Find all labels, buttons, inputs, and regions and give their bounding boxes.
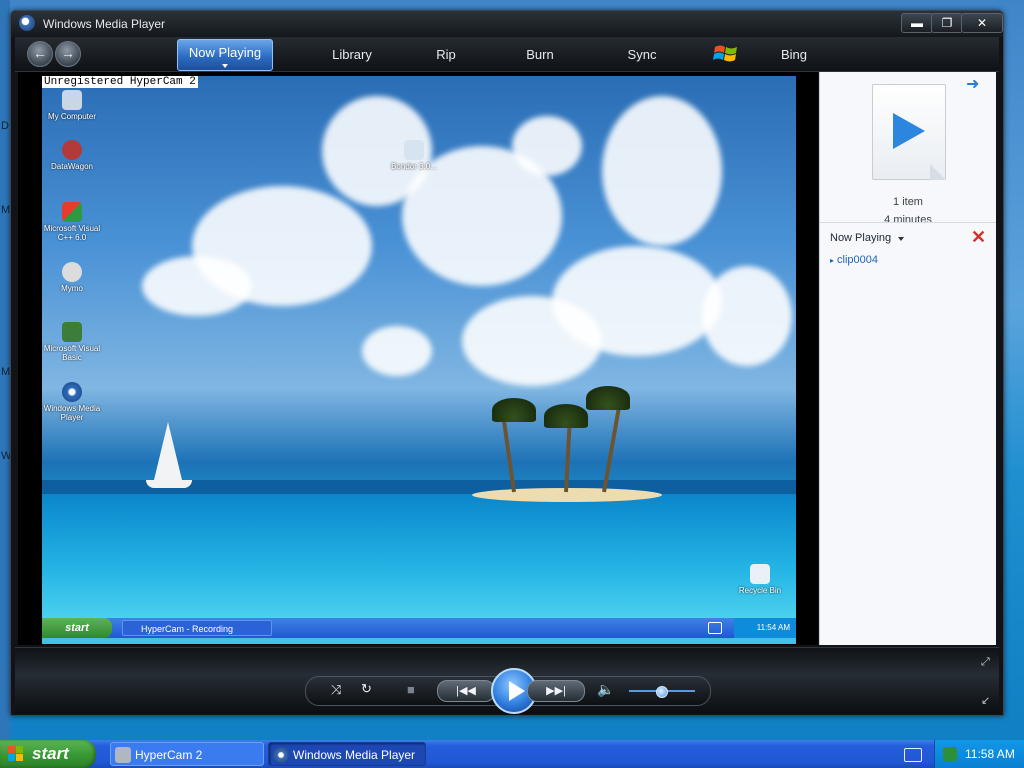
previous-button[interactable]: |◀◀ (437, 680, 495, 702)
volume-slider-thumb[interactable] (656, 686, 668, 698)
video-desktop-icon: Microsoft Visual C++ 6.0 (42, 202, 102, 242)
sailboat (154, 422, 182, 480)
video-start-button: start (42, 618, 112, 638)
video-desktop-icon: Windows Media Player (42, 382, 102, 422)
play-icon (509, 681, 525, 701)
video-desktop-icon: Bondor 3.0... (384, 140, 444, 171)
app-icon (62, 140, 82, 160)
chevron-down-icon[interactable] (898, 237, 904, 241)
keyboard-icon (708, 622, 722, 634)
shuffle-button[interactable]: ⤨ (331, 682, 341, 698)
video-desktop-icon-label: Microsoft Visual C++ 6.0 (43, 224, 101, 242)
repeat-button[interactable]: ↻ (361, 681, 372, 697)
start-button[interactable]: start (0, 740, 96, 768)
tab-sync[interactable]: Sync (607, 41, 677, 69)
forward-button[interactable]: → (55, 41, 81, 67)
pane-divider (820, 222, 996, 223)
video-desktop-icon-label: Recycle Bin (738, 586, 782, 595)
item-count: 1 item (893, 196, 923, 208)
network-icon[interactable] (943, 747, 957, 761)
start-label: start (32, 744, 69, 763)
playlist-item[interactable]: clip0004 (830, 254, 878, 266)
navigation-bar: ← → Now Playing Library Rip Burn Sync Bi… (15, 37, 999, 72)
album-art-placeholder (872, 84, 946, 180)
desktop-edge-letter: M (1, 204, 11, 216)
video-desktop-icon: Mymo (42, 262, 102, 293)
desktop-edge-letter: M (1, 366, 11, 378)
app-icon (62, 202, 82, 222)
tab-rip[interactable]: Rip (411, 41, 481, 69)
stop-button[interactable]: ■ (407, 682, 415, 697)
media-player-window: Windows Media Player ▬ ❐ ✕ ← → Now Playi… (10, 10, 1004, 716)
computer-icon (62, 90, 82, 110)
hypercam-icon (115, 747, 131, 763)
taskbar: start HyperCam 2 Windows Media Player 11… (0, 740, 1024, 768)
list-pane: ➜ 1 item 4 minutes Now Playing ✕ clip000… (819, 72, 996, 645)
tab-now-playing[interactable]: Now Playing (177, 39, 273, 71)
app-icon (62, 262, 82, 282)
mute-button[interactable]: 🔈 (597, 681, 614, 698)
minimize-button[interactable]: ▬ (901, 13, 933, 33)
desktop-edge-letter: D (1, 120, 9, 132)
media-player-icon (273, 747, 289, 763)
title-bar[interactable]: Windows Media Player ▬ ❐ ✕ (11, 11, 1003, 37)
app-icon (62, 322, 82, 342)
full-screen-icon[interactable]: ↙ (981, 694, 990, 707)
media-player-icon (62, 382, 82, 402)
tab-label: Now Playing (188, 45, 262, 60)
close-button[interactable]: ✕ (961, 13, 1003, 33)
windows-logo-icon (8, 746, 23, 761)
video-taskbar: start HyperCam - Recording 11:54 AM (42, 618, 796, 638)
back-arrow-icon: ← (33, 45, 47, 61)
video-area[interactable]: Unregistered HyperCam 2 My Computer Data… (18, 72, 818, 645)
chevron-down-icon (222, 64, 228, 68)
video-frame: Unregistered HyperCam 2 My Computer Data… (42, 76, 796, 644)
video-desktop-icon: My Computer (42, 90, 102, 121)
playback-controls: ⤨ ↻ ■ |◀◀ ▶▶| 🔈 ⤢ ↙ (15, 647, 999, 714)
maximize-button[interactable]: ❐ (931, 13, 963, 33)
media-player-icon (19, 15, 35, 31)
video-desktop-icon-label: Microsoft Visual Basic (43, 344, 101, 362)
clock[interactable]: 11:58 AM (965, 740, 1015, 768)
video-desktop-icon-label: DataWagon (51, 162, 93, 171)
taskbar-item-label: Windows Media Player (293, 748, 416, 762)
taskbar-item-hypercam[interactable]: HyperCam 2 (110, 742, 264, 766)
total-duration: 4 minutes (884, 214, 932, 226)
recording-watermark: Unregistered HyperCam 2 (42, 76, 198, 88)
now-playing-dropdown[interactable]: Now Playing (830, 232, 891, 244)
next-button[interactable]: ▶▶| (527, 680, 585, 702)
tab-library[interactable]: Library (307, 41, 397, 69)
video-clock: 11:54 AM (734, 618, 796, 638)
video-desktop-icon: Microsoft Visual Basic (42, 322, 102, 362)
windows-logo-icon[interactable] (713, 43, 739, 65)
video-desktop-icon-label: Windows Media Player (43, 404, 101, 422)
video-task-item: HyperCam - Recording (122, 620, 272, 636)
video-desktop-icon-label: Mymo (61, 284, 83, 293)
switch-to-library-icon[interactable]: ⤢ (981, 656, 990, 669)
video-desktop-icon-label: My Computer (47, 112, 96, 121)
clear-list-icon[interactable]: ✕ (971, 228, 986, 246)
tab-bing[interactable]: Bing (759, 41, 829, 69)
window-title: Windows Media Player (43, 17, 166, 31)
video-desktop-icon: DataWagon (42, 140, 102, 171)
tab-burn[interactable]: Burn (505, 41, 575, 69)
system-tray: 11:58 AM (934, 740, 1024, 768)
back-button[interactable]: ← (27, 41, 53, 67)
arrow-right-icon[interactable]: ➜ (966, 77, 984, 93)
video-desktop-icon: Recycle Bin (730, 564, 790, 595)
recycle-bin-icon (750, 564, 770, 584)
taskbar-item-media-player[interactable]: Windows Media Player (268, 742, 426, 766)
video-desktop-icon-label: Bondor 3.0... (391, 162, 437, 171)
keyboard-icon[interactable] (904, 748, 922, 762)
taskbar-item-label: HyperCam 2 (135, 748, 203, 762)
play-icon (893, 113, 925, 149)
app-icon (404, 140, 424, 160)
forward-arrow-icon: → (61, 45, 75, 61)
